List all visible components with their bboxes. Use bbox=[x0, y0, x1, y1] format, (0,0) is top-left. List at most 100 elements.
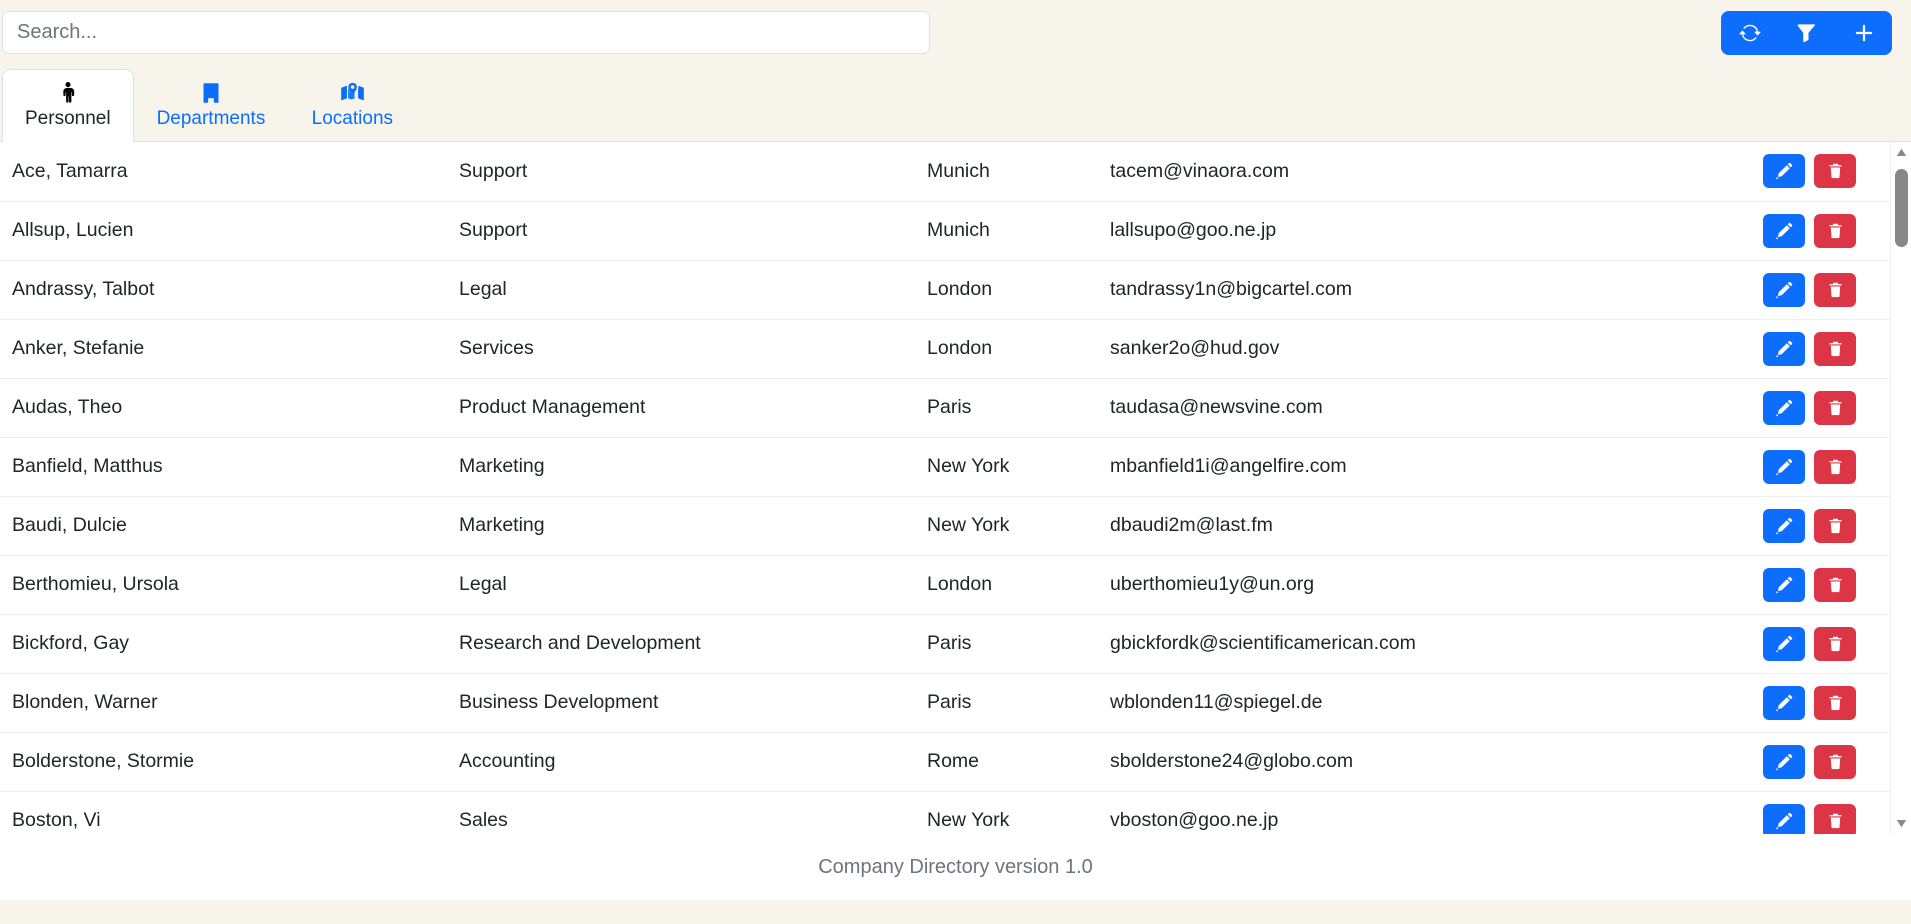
table-row[interactable]: Boston, ViSalesNew Yorkvboston@goo.ne.jp bbox=[0, 791, 1890, 834]
cell-email: lallsupo@goo.ne.jp bbox=[1098, 201, 1675, 260]
cell-department: Sales bbox=[447, 791, 915, 834]
pencil-icon bbox=[1775, 576, 1793, 594]
edit-row-button[interactable] bbox=[1763, 568, 1805, 602]
cell-email: taudasa@newsvine.com bbox=[1098, 378, 1675, 437]
tab-personnel[interactable]: Personnel bbox=[2, 69, 134, 142]
cell-actions bbox=[1675, 437, 1890, 496]
search-input[interactable] bbox=[2, 11, 930, 54]
filter-button[interactable] bbox=[1778, 11, 1835, 55]
edit-row-button[interactable] bbox=[1763, 391, 1805, 425]
add-button[interactable] bbox=[1835, 11, 1892, 55]
refresh-icon bbox=[1739, 22, 1761, 44]
tab-locations[interactable]: Locations bbox=[288, 69, 416, 141]
cell-actions bbox=[1675, 614, 1890, 673]
edit-row-button[interactable] bbox=[1763, 745, 1805, 779]
delete-row-button[interactable] bbox=[1814, 450, 1856, 484]
cell-actions bbox=[1675, 496, 1890, 555]
cell-department: Accounting bbox=[447, 732, 915, 791]
edit-row-button[interactable] bbox=[1763, 509, 1805, 543]
delete-row-button[interactable] bbox=[1814, 214, 1856, 248]
app-window: Personnel Departments Locations bbox=[0, 0, 1911, 924]
edit-row-button[interactable] bbox=[1763, 214, 1805, 248]
trash-icon bbox=[1827, 281, 1844, 299]
cell-actions bbox=[1675, 260, 1890, 319]
pencil-icon bbox=[1775, 222, 1793, 240]
row-action-group bbox=[1687, 686, 1878, 720]
table-row[interactable]: Audas, TheoProduct ManagementParistaudas… bbox=[0, 378, 1890, 437]
table-row[interactable]: Berthomieu, UrsolaLegalLondonuberthomieu… bbox=[0, 555, 1890, 614]
table-row[interactable]: Ace, TamarraSupportMunichtacem@vinaora.c… bbox=[0, 142, 1890, 201]
personnel-table: Ace, TamarraSupportMunichtacem@vinaora.c… bbox=[0, 142, 1890, 834]
pencil-icon bbox=[1775, 458, 1793, 476]
trash-icon bbox=[1827, 576, 1844, 594]
trash-icon bbox=[1827, 635, 1844, 653]
table-row[interactable]: Banfield, MatthusMarketingNew Yorkmbanfi… bbox=[0, 437, 1890, 496]
delete-row-button[interactable] bbox=[1814, 154, 1856, 188]
delete-row-button[interactable] bbox=[1814, 686, 1856, 720]
trash-icon bbox=[1827, 694, 1844, 712]
delete-row-button[interactable] bbox=[1814, 745, 1856, 779]
row-action-group bbox=[1687, 391, 1878, 425]
edit-row-button[interactable] bbox=[1763, 686, 1805, 720]
pencil-icon bbox=[1775, 162, 1793, 180]
delete-row-button[interactable] bbox=[1814, 332, 1856, 366]
scrollbar-thumb[interactable] bbox=[1895, 169, 1908, 247]
delete-row-button[interactable] bbox=[1814, 391, 1856, 425]
cell-actions bbox=[1675, 732, 1890, 791]
scrollbar-down-button[interactable] bbox=[1891, 813, 1911, 834]
cell-location: London bbox=[915, 319, 1098, 378]
app-footer: Company Directory version 1.0 bbox=[0, 834, 1911, 900]
table-row[interactable]: Baudi, DulcieMarketingNew Yorkdbaudi2m@l… bbox=[0, 496, 1890, 555]
refresh-button[interactable] bbox=[1721, 11, 1778, 55]
vertical-scrollbar[interactable] bbox=[1890, 142, 1911, 834]
table-row[interactable]: Allsup, LucienSupportMunichlallsupo@goo.… bbox=[0, 201, 1890, 260]
cell-actions bbox=[1675, 791, 1890, 834]
row-action-group bbox=[1687, 450, 1878, 484]
cell-actions bbox=[1675, 555, 1890, 614]
map-icon bbox=[340, 80, 365, 106]
edit-row-button[interactable] bbox=[1763, 804, 1805, 835]
trash-icon bbox=[1827, 399, 1844, 417]
delete-row-button[interactable] bbox=[1814, 509, 1856, 543]
cell-email: dbaudi2m@last.fm bbox=[1098, 496, 1675, 555]
delete-row-button[interactable] bbox=[1814, 273, 1856, 307]
delete-row-button[interactable] bbox=[1814, 568, 1856, 602]
cell-actions bbox=[1675, 201, 1890, 260]
edit-row-button[interactable] bbox=[1763, 154, 1805, 188]
pencil-icon bbox=[1775, 517, 1793, 535]
cell-email: mbanfield1i@angelfire.com bbox=[1098, 437, 1675, 496]
table-row[interactable]: Anker, StefanieServicesLondonsanker2o@hu… bbox=[0, 319, 1890, 378]
table-row[interactable]: Bolderstone, StormieAccountingRomesbolde… bbox=[0, 732, 1890, 791]
pencil-icon bbox=[1775, 340, 1793, 358]
table-row[interactable]: Blonden, WarnerBusiness DevelopmentParis… bbox=[0, 673, 1890, 732]
cell-location: New York bbox=[915, 496, 1098, 555]
scrollbar-up-button[interactable] bbox=[1891, 142, 1911, 163]
row-action-group bbox=[1687, 214, 1878, 248]
delete-row-button[interactable] bbox=[1814, 804, 1856, 835]
edit-row-button[interactable] bbox=[1763, 450, 1805, 484]
edit-row-button[interactable] bbox=[1763, 627, 1805, 661]
cell-email: sanker2o@hud.gov bbox=[1098, 319, 1675, 378]
tab-bar: Personnel Departments Locations bbox=[0, 70, 1911, 142]
cell-actions bbox=[1675, 142, 1890, 201]
scrollbar-track[interactable] bbox=[1891, 163, 1911, 813]
cell-name: Andrassy, Talbot bbox=[0, 260, 447, 319]
delete-row-button[interactable] bbox=[1814, 627, 1856, 661]
tab-departments[interactable]: Departments bbox=[134, 69, 289, 141]
row-action-group bbox=[1687, 568, 1878, 602]
pencil-icon bbox=[1775, 812, 1793, 830]
cell-actions bbox=[1675, 319, 1890, 378]
toolbar bbox=[1721, 11, 1892, 55]
cell-department: Legal bbox=[447, 555, 915, 614]
cell-location: Munich bbox=[915, 201, 1098, 260]
edit-row-button[interactable] bbox=[1763, 273, 1805, 307]
table-row[interactable]: Andrassy, TalbotLegalLondontandrassy1n@b… bbox=[0, 260, 1890, 319]
trash-icon bbox=[1827, 222, 1844, 240]
pencil-icon bbox=[1775, 753, 1793, 771]
row-action-group bbox=[1687, 804, 1878, 835]
edit-row-button[interactable] bbox=[1763, 332, 1805, 366]
cell-location: Paris bbox=[915, 673, 1098, 732]
table-row[interactable]: Bickford, GayResearch and DevelopmentPar… bbox=[0, 614, 1890, 673]
cell-location: Paris bbox=[915, 378, 1098, 437]
cell-name: Bickford, Gay bbox=[0, 614, 447, 673]
